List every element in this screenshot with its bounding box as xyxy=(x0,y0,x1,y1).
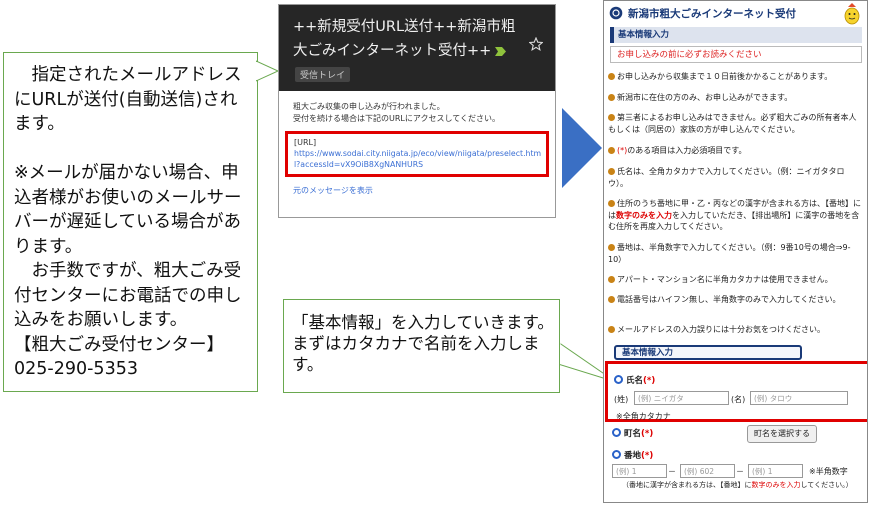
bullet-icon xyxy=(608,168,615,175)
bullet-icon xyxy=(608,276,615,283)
radio-icon[interactable] xyxy=(614,375,623,384)
bullet-icon xyxy=(608,326,615,333)
section-header: 基本情報入力 xyxy=(610,27,862,43)
town-select-button[interactable]: 町名を選択する xyxy=(747,425,817,443)
note-item: 氏名は、全角カタカナで入力してください。（例：ニイガタタロウ）。 xyxy=(608,167,845,188)
email-screenshot: ++新規受付URL送付++新潟市粗大ごみインターネット受付++ 受信トレイ 粗大… xyxy=(278,4,556,218)
email-subject: ++新規受付URL送付++新潟市粗大ごみインターネット受付++ xyxy=(293,19,516,59)
bullet-icon xyxy=(608,73,615,80)
note-item: メールアドレスの入力誤りには十分お気をつけください。 xyxy=(608,324,864,336)
bullet-icon xyxy=(608,94,615,101)
email-body: 粗大ごみ収集の申し込みが行われました。 受付を続ける場合は下記のURLにアクセス… xyxy=(293,101,548,124)
sei-input[interactable]: (例) ニイガタ xyxy=(634,391,729,405)
note-item: 住所のうち番地に甲・乙・丙などの漢字が含まれる方は、【番地】には数字のみを入力を… xyxy=(608,199,861,231)
radio-icon[interactable] xyxy=(612,450,621,459)
mascot-icon xyxy=(844,3,860,25)
left-callout-text: 指定されたメールアドレスにURLが送付(自動送信)されます。 ※メールが届かない… xyxy=(14,65,242,379)
note-item: (*)のある項目は入力必須項目です。 xyxy=(608,145,864,157)
radio-icon[interactable] xyxy=(612,428,621,437)
bullet-icon xyxy=(608,147,615,154)
sei-label: (姓) xyxy=(614,395,629,404)
note-item: 新潟市に在住の方のみ、お申し込みができます。 xyxy=(608,92,864,104)
bottom-callout-text: 「基本情報」を入力していきます。まずはカタカナで名前を入力します。 xyxy=(292,313,554,374)
city-logo-icon xyxy=(609,6,623,20)
banchi-input-2[interactable]: (例) 602 xyxy=(680,464,735,478)
mei-label: (名) xyxy=(731,395,746,404)
dash: － xyxy=(736,467,744,476)
name-label: 氏名(*) xyxy=(614,374,655,386)
mei-input[interactable]: (例) タロウ xyxy=(750,391,848,405)
bottom-callout: 「基本情報」を入力していきます。まずはカタカナで名前を入力します。 xyxy=(283,299,560,393)
note-item: 番地は、半角数字で入力してください。（例：9番10号の場合⇒9-10） xyxy=(608,243,851,264)
importance-arrow-icon xyxy=(495,47,506,56)
left-callout: 指定されたメールアドレスにURLが送付(自動送信)されます。 ※メールが届かない… xyxy=(3,52,280,392)
url-label: [URL] xyxy=(294,138,317,147)
callout-tail xyxy=(256,59,280,83)
email-body-line: 粗大ごみ収集の申し込みが行われました。 xyxy=(293,102,445,111)
note-item: アパート・マンション名に半角カタカナは使用できません。 xyxy=(608,274,864,286)
town-label: 町名(*) xyxy=(612,427,653,439)
note-item: お申し込みから収集まで１０日前後かかることがあります。 xyxy=(608,71,864,83)
kana-note: ※全角カタカナ xyxy=(616,412,671,421)
bullet-icon xyxy=(608,114,615,121)
note-item: 電話番号はハイフン無し、半角数字のみで入力してください。 xyxy=(608,294,864,306)
inbox-label[interactable]: 受信トレイ xyxy=(295,67,351,82)
bullet-icon xyxy=(608,244,615,251)
show-original-link[interactable]: 元のメッセージを表示 xyxy=(293,185,373,196)
note-item: 第三者によるお申し込みはできません。必ず粗大ごみの所有者本人もしくは（同居の）家… xyxy=(608,113,857,134)
banchi-input-1[interactable]: (例) 1 xyxy=(612,464,667,478)
url-link[interactable]: https://www.sodai.city.niigata.jp/eco/vi… xyxy=(294,149,544,170)
right-arrow-icon xyxy=(562,108,602,188)
star-icon[interactable] xyxy=(529,37,543,51)
url-highlight-box: [URL] https://www.sodai.city.niigata.jp/… xyxy=(285,131,549,177)
form-title: 新潟市粗大ごみインターネット受付 xyxy=(628,8,796,20)
halfwidth-note: ※半角数字 xyxy=(809,467,848,476)
email-body-line: 受付を続ける場合は下記のURLにアクセスしてください。 xyxy=(293,113,500,123)
dash: － xyxy=(668,467,676,476)
email-header: ++新規受付URL送付++新潟市粗大ごみインターネット受付++ 受信トレイ xyxy=(279,5,555,91)
banchi-input-3[interactable]: (例) 1 xyxy=(748,464,803,478)
banchi-note: （番地に漢字が含まれる方は、【番地】に数字のみを入力してください。） xyxy=(622,481,853,489)
read-first-notice[interactable]: お申し込みの前に必ずお読みください xyxy=(610,46,862,63)
bullet-icon xyxy=(608,200,615,207)
form-screenshot: 新潟市粗大ごみインターネット受付 基本情報入力 お申し込みの前に必ずお読みくださ… xyxy=(603,0,868,503)
bullet-icon xyxy=(608,296,615,303)
banchi-label: 番地(*) xyxy=(612,449,653,461)
name-field-highlight: 氏名(*) (姓) (例) ニイガタ (名) (例) タロウ ※全角カタカナ xyxy=(605,361,867,422)
basic-info-button[interactable]: 基本情報入力 xyxy=(614,345,802,360)
